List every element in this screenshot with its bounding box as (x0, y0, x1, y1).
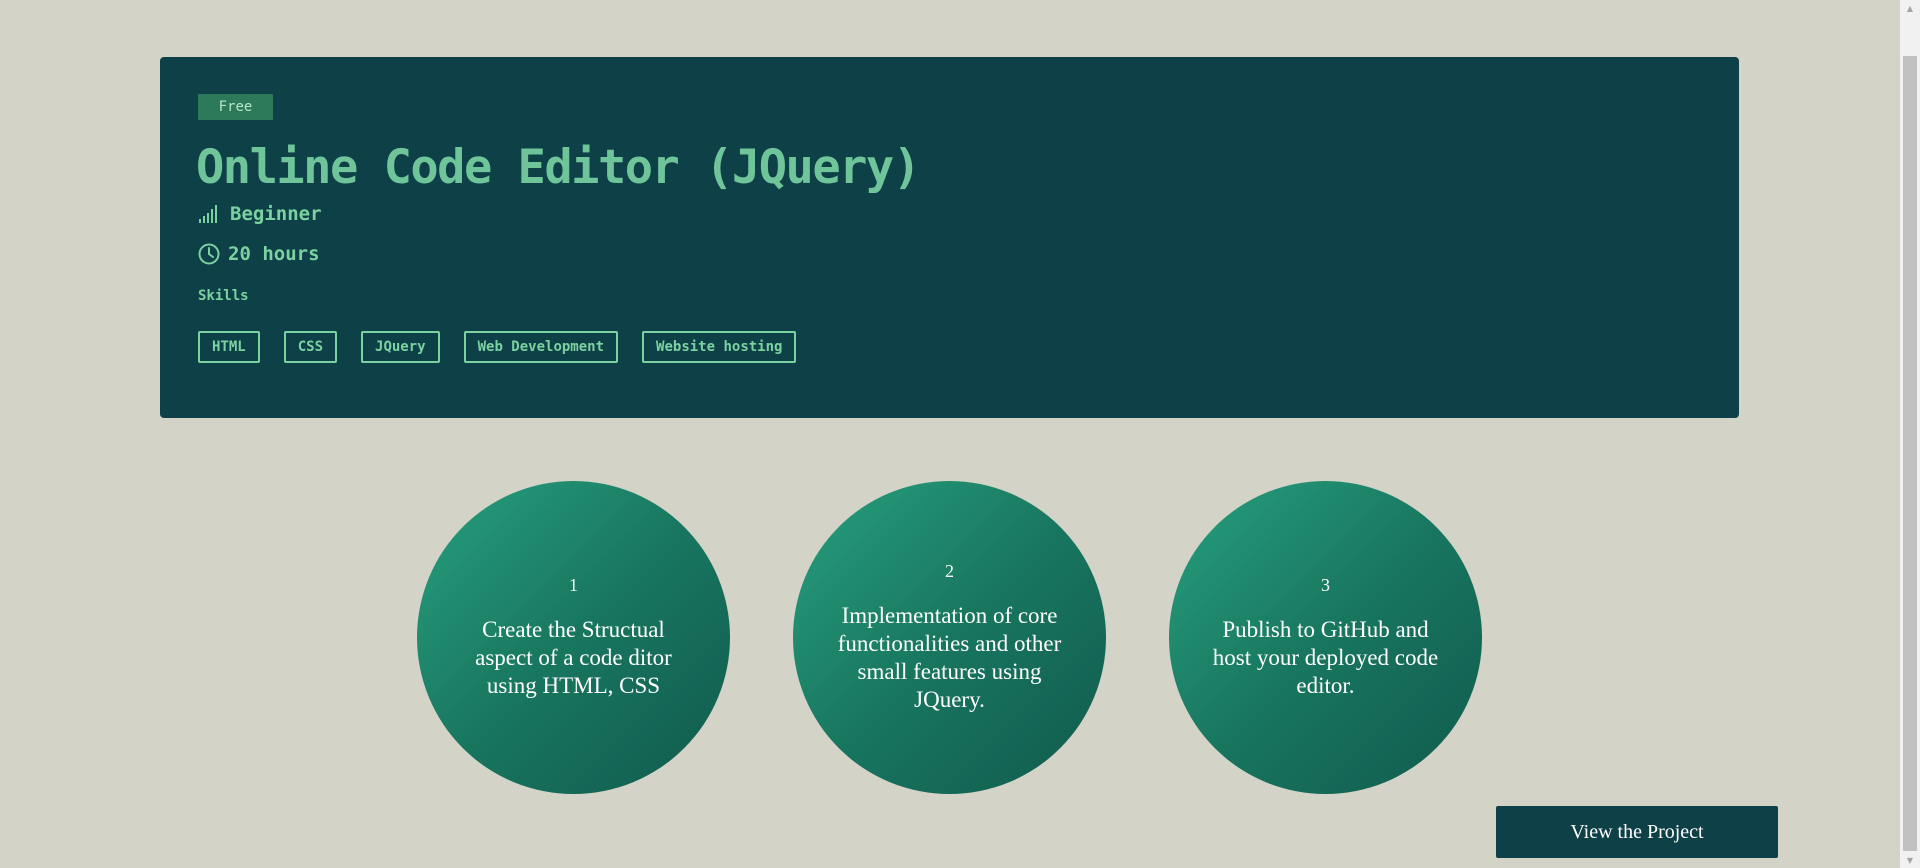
skill-tag: JQuery (361, 331, 440, 363)
step-number: 1 (569, 575, 578, 595)
step-circle: 2 Implementation of core functionalities… (793, 481, 1106, 794)
skills-heading: Skills (198, 288, 249, 304)
step-circle: 3 Publish to GitHub and host your deploy… (1169, 481, 1482, 794)
skill-tag: Website hosting (642, 331, 797, 363)
skill-tag: HTML (198, 331, 260, 363)
skills-list: HTML CSS JQuery Web Development Website … (198, 331, 797, 363)
step-circle: 1 Create the Structual aspect of a code … (417, 481, 730, 794)
arrow-down-icon[interactable]: ▼ (1900, 852, 1920, 868)
skill-tag: Web Development (463, 331, 619, 363)
price-badge: Free (198, 94, 273, 120)
project-card: Free Online Code Editor (JQuery) Beginne… (160, 57, 1739, 418)
scrollbar-thumb[interactable] (1903, 56, 1917, 851)
step-number: 3 (1321, 575, 1330, 595)
duration-label: 20 hours (228, 243, 320, 265)
skill-tag: CSS (283, 331, 338, 363)
project-title: Online Code Editor (JQuery) (196, 140, 921, 195)
step-description: Publish to GitHub and host your deployed… (1212, 617, 1439, 698)
step-number: 2 (945, 561, 954, 581)
step-description: Create the Structual aspect of a code di… (475, 617, 672, 698)
signal-bars-icon (198, 204, 220, 224)
level-label: Beginner (230, 203, 322, 225)
vertical-scrollbar[interactable]: ▲ ▼ (1900, 0, 1920, 868)
view-project-button[interactable]: View the Project (1496, 806, 1778, 858)
difficulty-level: Beginner (198, 203, 322, 225)
clock-icon (198, 243, 220, 265)
arrow-up-icon[interactable]: ▲ (1900, 0, 1920, 16)
step-description: Implementation of core functionalities a… (837, 603, 1062, 712)
project-duration: 20 hours (198, 243, 320, 265)
